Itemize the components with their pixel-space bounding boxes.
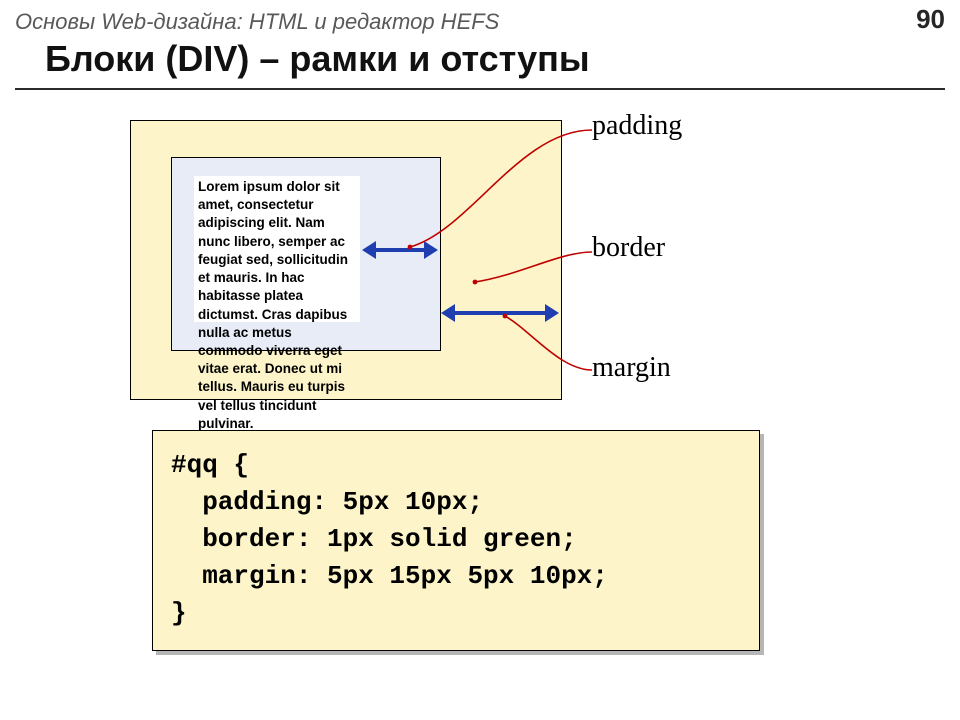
slide: Основы Web-дизайна: HTML и редактор HEFS… [0, 0, 960, 720]
header-subtitle: Основы Web-дизайна: HTML и редактор HEFS [15, 9, 499, 35]
header-bar: Основы Web-дизайна: HTML и редактор HEFS… [15, 4, 945, 35]
label-border: border [592, 232, 665, 264]
border-area: Lorem ipsum dolor sit amet, consectetur … [171, 157, 441, 351]
label-padding: padding [592, 110, 682, 142]
title-rule [15, 88, 945, 90]
label-margin: margin [592, 352, 671, 384]
margin-area: Lorem ipsum dolor sit amet, consectetur … [130, 120, 562, 400]
slide-title: Блоки (DIV) – рамки и отступы [45, 38, 590, 80]
page-number: 90 [916, 4, 945, 35]
content-area: Lorem ipsum dolor sit amet, consectetur … [194, 176, 360, 322]
code-block: #qq { padding: 5px 10px; border: 1px sol… [152, 430, 760, 651]
